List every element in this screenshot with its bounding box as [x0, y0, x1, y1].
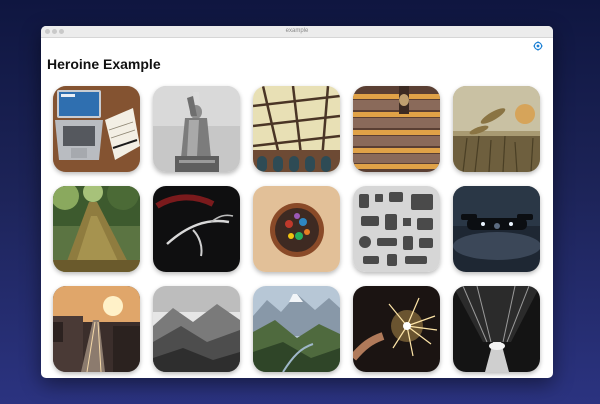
photo-mossy-stump[interactable]	[53, 186, 140, 272]
photo-statue-of-liberty[interactable]	[153, 86, 240, 172]
photo-sparkler[interactable]	[353, 286, 440, 372]
photo-wheat-field[interactable]	[453, 86, 540, 172]
page-title: Heroine Example	[47, 56, 161, 72]
photo-stairs[interactable]	[353, 86, 440, 172]
photo-laptop-desk[interactable]	[53, 86, 140, 172]
photo-sunset-railway[interactable]	[53, 286, 140, 372]
photo-gadgets-flatlay[interactable]	[353, 186, 440, 272]
title-bar[interactable]: example	[41, 26, 553, 38]
photo-grid	[53, 86, 541, 374]
settings-button[interactable]	[533, 41, 543, 51]
window-title: example	[285, 28, 309, 34]
photo-bowl-food[interactable]	[253, 186, 340, 272]
photo-mountains[interactable]	[253, 286, 340, 372]
photo-glass-building[interactable]	[253, 86, 340, 172]
photo-bw-tree-tunnel[interactable]	[453, 286, 540, 372]
gear-icon	[533, 41, 543, 51]
photo-bw-valley[interactable]	[153, 286, 240, 372]
photo-drone[interactable]	[453, 186, 540, 272]
app-window: example Heroine Example	[41, 26, 553, 378]
photo-dark-antlers[interactable]	[153, 186, 240, 272]
